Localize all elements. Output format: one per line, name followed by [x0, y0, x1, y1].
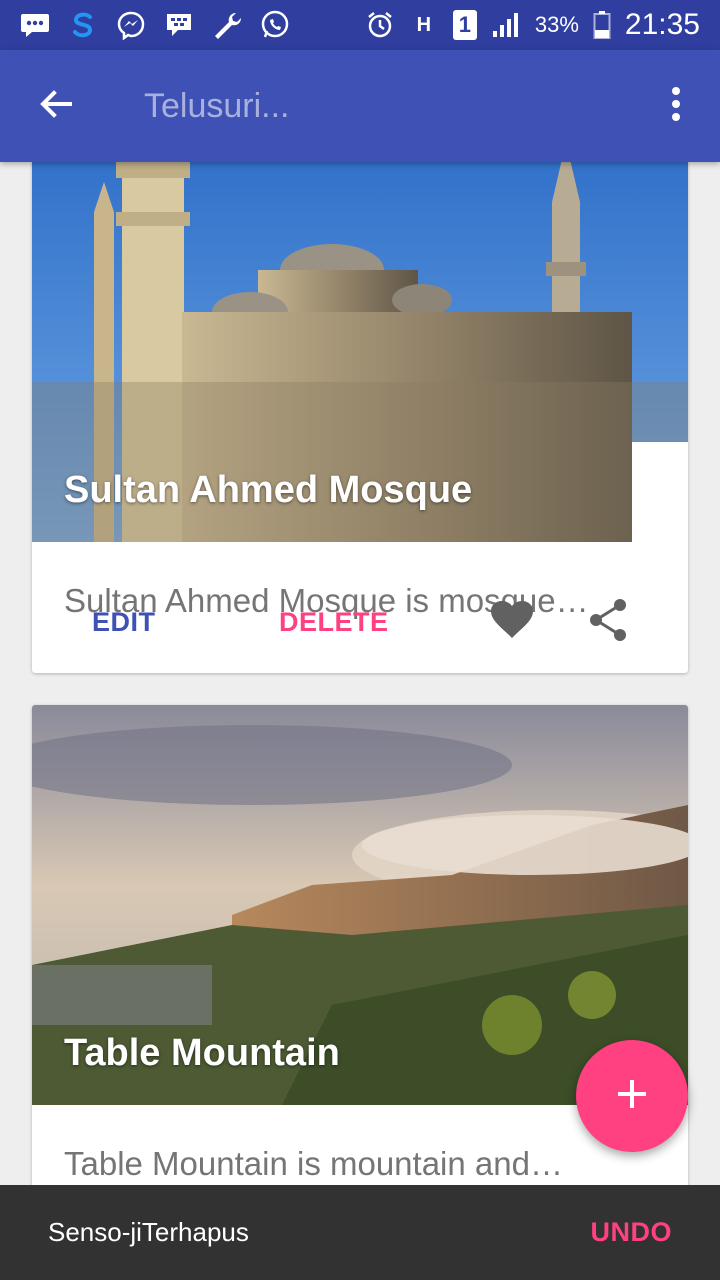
place-card[interactable]: Table Mountain Table Mountain is mountai… — [32, 705, 688, 1225]
blackberry-icon — [164, 10, 194, 40]
card-actions: EDIT DELETE — [32, 572, 688, 672]
app-bar — [0, 50, 720, 162]
place-card[interactable]: Sultan Ahmed Mosque Sultan Ahmed Mosque … — [32, 162, 688, 673]
messenger-icon — [116, 10, 146, 40]
sim-number: 1 — [458, 12, 471, 37]
card-image-mosque[interactable]: Sultan Ahmed Mosque — [32, 162, 688, 542]
signal-bars-icon — [491, 10, 521, 40]
plus-icon — [616, 1078, 648, 1115]
back-button[interactable] — [0, 50, 112, 162]
wrench-icon — [212, 10, 242, 40]
hplus-signal-icon: H — [409, 10, 439, 40]
network-type: H — [416, 13, 432, 36]
share-button[interactable] — [584, 598, 632, 646]
card-title: Table Mountain — [64, 1032, 340, 1074]
heart-icon — [490, 600, 534, 645]
status-bar-system: H 1 33% 21:35 — [365, 8, 700, 42]
snackbar-message: Senso-jiTerhapus — [48, 1217, 249, 1247]
battery-icon — [593, 10, 611, 40]
more-options-button[interactable] — [632, 50, 720, 162]
clock: 21:35 — [624, 8, 700, 41]
battery-level: 33% — [534, 12, 579, 37]
more-vert-icon — [671, 86, 681, 127]
delete-button[interactable]: DELETE — [279, 607, 389, 638]
search-input[interactable] — [112, 86, 632, 126]
alarm-icon — [365, 10, 395, 40]
status-bar: H 1 33% 21:35 — [0, 0, 720, 50]
s-app-icon — [68, 10, 98, 40]
card-title: Sultan Ahmed Mosque — [64, 469, 473, 511]
add-place-fab[interactable] — [576, 1040, 688, 1152]
whatsapp-icon — [260, 10, 290, 40]
bbm-icon — [20, 10, 50, 40]
card-image-mountain[interactable]: Table Mountain — [32, 705, 688, 1105]
share-icon — [588, 598, 628, 647]
sim-1-icon: 1 — [452, 10, 477, 40]
snackbar: Senso-jiTerhapus UNDO — [0, 1185, 720, 1280]
status-bar-notifications — [20, 10, 290, 40]
arrow-back-icon — [38, 86, 74, 127]
undo-button[interactable]: UNDO — [591, 1217, 673, 1248]
edit-button[interactable]: EDIT — [92, 607, 156, 638]
favorite-button[interactable] — [488, 598, 536, 646]
